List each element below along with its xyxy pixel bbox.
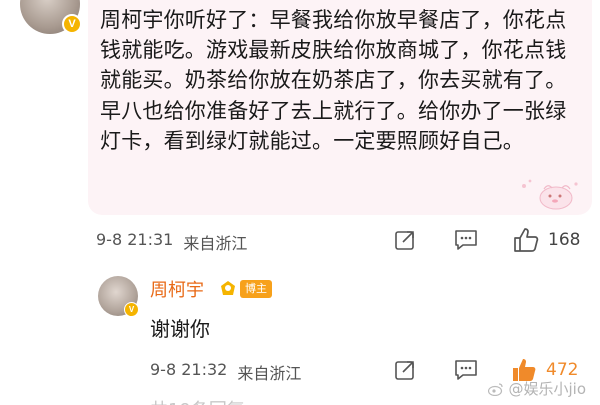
share-icon	[395, 231, 414, 250]
comment-meta: 9-8 21:31 来自浙江	[96, 230, 247, 254]
like-button[interactable]: 168	[512, 226, 580, 254]
comment-bubble: 周柯宇你听好了：早餐我给你放早餐店了，你花点钱就能吃。游戏最新皮肤给你放商城了，…	[88, 0, 592, 215]
fan-rank-icon	[221, 281, 235, 295]
reply-comment-button[interactable]	[453, 358, 479, 382]
comment-location: 来自浙江	[183, 234, 248, 253]
watermark-text: @娱乐小jio	[508, 380, 586, 398]
comment-icon	[455, 230, 477, 250]
comment-author-name[interactable]: 周柯宇	[100, 8, 164, 32]
share-icon	[395, 361, 414, 380]
reply-author-name[interactable]: 周柯宇	[150, 276, 204, 302]
verified-badge-icon: V	[124, 302, 139, 317]
thumbs-up-icon	[514, 228, 539, 252]
verified-badge-icon: V	[62, 14, 82, 34]
reply-location: 来自浙江	[237, 364, 302, 383]
reply-timestamp: 9-8 21:32	[150, 360, 228, 379]
comment-button[interactable]	[453, 228, 479, 252]
comment-body: 周柯宇你听好了：早餐我给你放早餐店了，你花点钱就能吃。游戏最新皮肤给你放商城了，…	[100, 5, 570, 156]
comment-timestamp: 9-8 21:31	[96, 230, 174, 249]
reply-text: 谢谢你	[150, 317, 210, 341]
reply-like-count: 472	[546, 360, 579, 380]
sticker-decoration-icon	[522, 179, 578, 210]
share-button[interactable]	[393, 228, 417, 252]
watermark: @娱乐小jio	[488, 378, 586, 399]
reply-share-button[interactable]	[393, 358, 417, 382]
reply-meta: 9-8 21:32 来自浙江	[150, 360, 301, 384]
comment-icon	[455, 360, 477, 380]
like-count: 168	[548, 230, 581, 250]
host-badge: 博主	[240, 280, 272, 298]
more-replies-link[interactable]: 共19条回复	[150, 396, 245, 405]
comment-text: 你听好了：早餐我给你放早餐店了，你花点钱就能吃。游戏最新皮肤给你放商城了，你花点…	[100, 8, 567, 153]
weibo-logo-icon	[488, 382, 504, 396]
